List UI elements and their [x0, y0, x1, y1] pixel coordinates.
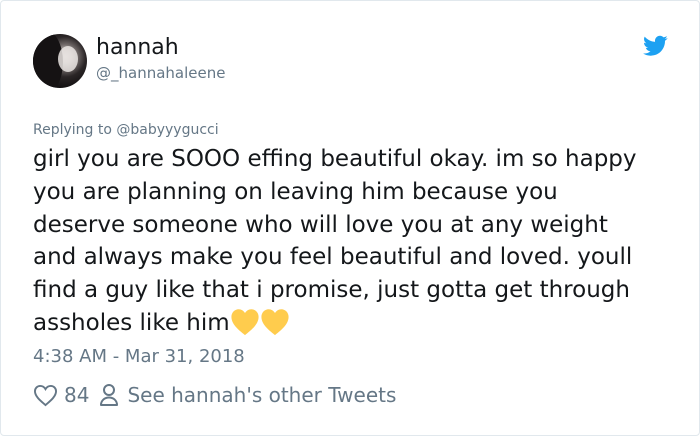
tweet-line: and always make you feel beautiful and l…	[33, 244, 633, 271]
author-handle[interactable]: @_hannahaleene	[96, 63, 225, 83]
tweet-timestamp[interactable]: 4:38 AM - Mar 31, 2018	[33, 346, 245, 368]
tweet-line: girl you are SOOO effing beautiful okay.…	[33, 146, 637, 172]
see-other-tweets-link[interactable]: See hannah's other Tweets	[127, 381, 396, 409]
tweet-line: deserve someone who will love you at any…	[33, 211, 608, 238]
person-icon	[100, 384, 119, 406]
replying-to-label[interactable]: Replying to @babyyygucci	[33, 121, 219, 139]
like-count[interactable]: 84	[64, 381, 89, 409]
tweet-line: find a guy like that i promise, just got…	[33, 277, 630, 304]
heart-outline-icon[interactable]	[33, 384, 58, 407]
twitter-bird-icon[interactable]	[643, 35, 668, 57]
tweet-actions: 84 See hannah's other Tweets	[33, 380, 396, 410]
author-name[interactable]: hannah	[96, 34, 179, 62]
tweet-card: hannah @_hannahaleene Replying to @babyy…	[0, 0, 700, 436]
tweet-line: you are planning on leaving him because …	[33, 178, 558, 205]
avatar-face-shape	[58, 46, 78, 72]
avatar[interactable]	[33, 34, 87, 88]
yellow-heart-icon	[261, 309, 289, 336]
yellow-heart-icon	[231, 309, 259, 336]
tweet-line: assholes like him	[33, 309, 230, 336]
tweet-text: girl you are SOOO effing beautiful okay.…	[33, 143, 683, 340]
